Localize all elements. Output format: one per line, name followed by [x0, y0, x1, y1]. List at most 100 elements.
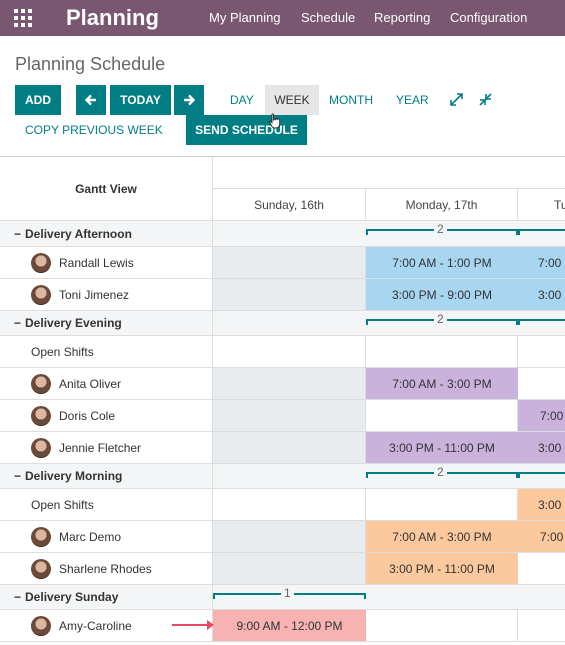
resource-row: Marc Demo 7:00 AM - 3:00 PM 7:00	[0, 521, 565, 553]
page-title: Planning Schedule	[15, 54, 166, 74]
gantt-cell[interactable]	[213, 336, 366, 367]
today-button[interactable]: TODAY	[110, 85, 171, 115]
gantt-cell[interactable]	[213, 489, 366, 520]
group-label-text: Delivery Morning	[25, 469, 123, 483]
control-panel: Planning Schedule ADD TODAY DAY WEEK MON…	[0, 36, 565, 156]
shift-pill[interactable]: 3:00 PM - 9:00 PM	[366, 279, 518, 310]
shift-pill[interactable]: 7:00 AM - 3:00 PM	[366, 521, 518, 552]
resource-row: Toni Jimenez 3:00 PM - 9:00 PM 3:00	[0, 279, 565, 311]
shift-pill[interactable]: 7:00	[518, 521, 565, 552]
group-label-text: Delivery Evening	[25, 316, 122, 330]
shift-pill[interactable]: 3:00 PM - 11:00 PM	[366, 553, 518, 584]
gantt-view: Gantt View Sunday, 16th Monday, 17th Tu …	[0, 156, 565, 645]
menu-configuration[interactable]: Configuration	[450, 10, 527, 25]
scale-month-button[interactable]: MONTH	[329, 91, 373, 109]
resource-label: Jennie Fletcher	[0, 432, 213, 463]
arrow-left-icon	[85, 94, 96, 106]
collapse-icon[interactable]	[479, 93, 492, 111]
scale-week-button[interactable]: WEEK	[265, 85, 319, 115]
shift-pill[interactable]: 9:00 AM - 12:00 PM	[213, 610, 366, 641]
group-label[interactable]: − Delivery Morning	[0, 464, 213, 488]
top-navbar: Planning My Planning Schedule Reporting …	[0, 0, 565, 36]
shift-count: 2	[434, 465, 447, 479]
menu-schedule[interactable]: Schedule	[301, 10, 355, 25]
gantt-cell[interactable]	[366, 489, 518, 520]
resource-row: Doris Cole 7:00	[0, 400, 565, 432]
apps-menu-icon[interactable]	[14, 9, 32, 27]
group-row[interactable]: − Delivery Evening 2	[0, 311, 565, 336]
gantt-cell[interactable]	[213, 432, 366, 463]
group-label[interactable]: − Delivery Afternoon	[0, 221, 213, 246]
expand-icon[interactable]	[450, 93, 463, 111]
gantt-cell[interactable]	[366, 610, 518, 641]
resource-name: Toni Jimenez	[59, 287, 130, 302]
resource-label: Open Shifts	[0, 489, 213, 520]
scale-day-button[interactable]: DAY	[230, 91, 254, 109]
shift-count-bar: 2	[366, 222, 518, 237]
day-header-tuesday: Tu	[518, 189, 565, 221]
add-button[interactable]: ADD	[15, 85, 61, 115]
gantt-header-range	[213, 157, 565, 189]
menu-reporting[interactable]: Reporting	[374, 10, 430, 25]
shift-pill[interactable]: 7:00 AM - 1:00 PM	[366, 247, 518, 278]
group-label[interactable]: − Delivery Evening	[0, 311, 213, 335]
app-name[interactable]: Planning	[66, 5, 159, 31]
gantt-cell[interactable]	[366, 336, 518, 367]
resource-row: Amy-Caroline 9:00 AM - 12:00 PM	[0, 610, 565, 642]
resource-name: Doris Cole	[59, 408, 116, 423]
shift-count-bar	[518, 319, 565, 327]
gantt-cell[interactable]	[213, 553, 366, 584]
menu-my-planning[interactable]: My Planning	[209, 10, 281, 25]
shift-count-bar: 2	[366, 465, 518, 480]
group-row[interactable]: − Delivery Morning 2	[0, 464, 565, 489]
day-header-monday: Monday, 17th	[366, 189, 518, 221]
shift-pill[interactable]: 7:00	[518, 400, 565, 431]
resource-label: Randall Lewis	[0, 247, 213, 278]
next-button[interactable]	[174, 85, 204, 115]
shift-count: 1	[281, 586, 294, 600]
shift-pill[interactable]: 7:00	[518, 247, 565, 278]
resource-name: Randall Lewis	[59, 255, 134, 270]
shift-pill[interactable]: 3:00	[518, 279, 565, 310]
shift-count-bar	[518, 472, 565, 480]
group-row[interactable]: − Delivery Afternoon 2	[0, 221, 565, 247]
gantt-cell[interactable]	[213, 368, 366, 399]
resource-row: Sharlene Rhodes 3:00 PM - 11:00 PM	[0, 553, 565, 585]
resource-label: Sharlene Rhodes	[0, 553, 213, 584]
resource-row: Randall Lewis 7:00 AM - 1:00 PM 7:00	[0, 247, 565, 279]
avatar	[31, 615, 51, 636]
shift-count: 2	[434, 312, 447, 326]
gantt-cell[interactable]	[213, 247, 366, 278]
shift-pill[interactable]: 3:00	[518, 432, 565, 463]
resource-row: Anita Oliver 7:00 AM - 3:00 PM	[0, 368, 565, 400]
shift-pill[interactable]: 3:00 PM - 11:00 PM	[366, 432, 518, 463]
shift-pill[interactable]: 3:00	[518, 489, 565, 520]
avatar	[31, 405, 51, 426]
resource-row: Open Shifts 3:00	[0, 489, 565, 521]
gantt-cell[interactable]	[213, 400, 366, 431]
gantt-cell[interactable]	[213, 279, 366, 310]
resource-label: Open Shifts	[0, 336, 213, 367]
resource-row: Open Shifts	[0, 336, 565, 368]
mouse-cursor-icon	[269, 113, 281, 134]
avatar	[31, 558, 51, 579]
shift-pill[interactable]: 7:00 AM - 3:00 PM	[366, 368, 518, 399]
resource-name: Jennie Fletcher	[59, 440, 142, 455]
shift-count-bar: 1	[213, 586, 366, 601]
avatar	[31, 437, 51, 458]
resource-label: Anita Oliver	[0, 368, 213, 399]
resource-name: Anita Oliver	[59, 376, 122, 391]
copy-previous-week-button[interactable]: COPY PREVIOUS WEEK	[25, 122, 163, 138]
previous-button[interactable]	[76, 85, 106, 115]
gantt-cell[interactable]	[213, 521, 366, 552]
group-row[interactable]: − Delivery Sunday 1	[0, 585, 565, 610]
group-label-text: Delivery Afternoon	[25, 226, 132, 241]
resource-name: Marc Demo	[59, 529, 122, 544]
gantt-cell[interactable]	[366, 400, 518, 431]
send-schedule-button[interactable]: SEND SCHEDULE	[186, 115, 307, 145]
scale-year-button[interactable]: YEAR	[396, 91, 429, 109]
arrow-right-icon	[184, 94, 195, 106]
resource-name: Sharlene Rhodes	[59, 561, 152, 576]
group-label[interactable]: − Delivery Sunday	[0, 585, 213, 609]
annotation-arrow-icon	[172, 620, 214, 630]
